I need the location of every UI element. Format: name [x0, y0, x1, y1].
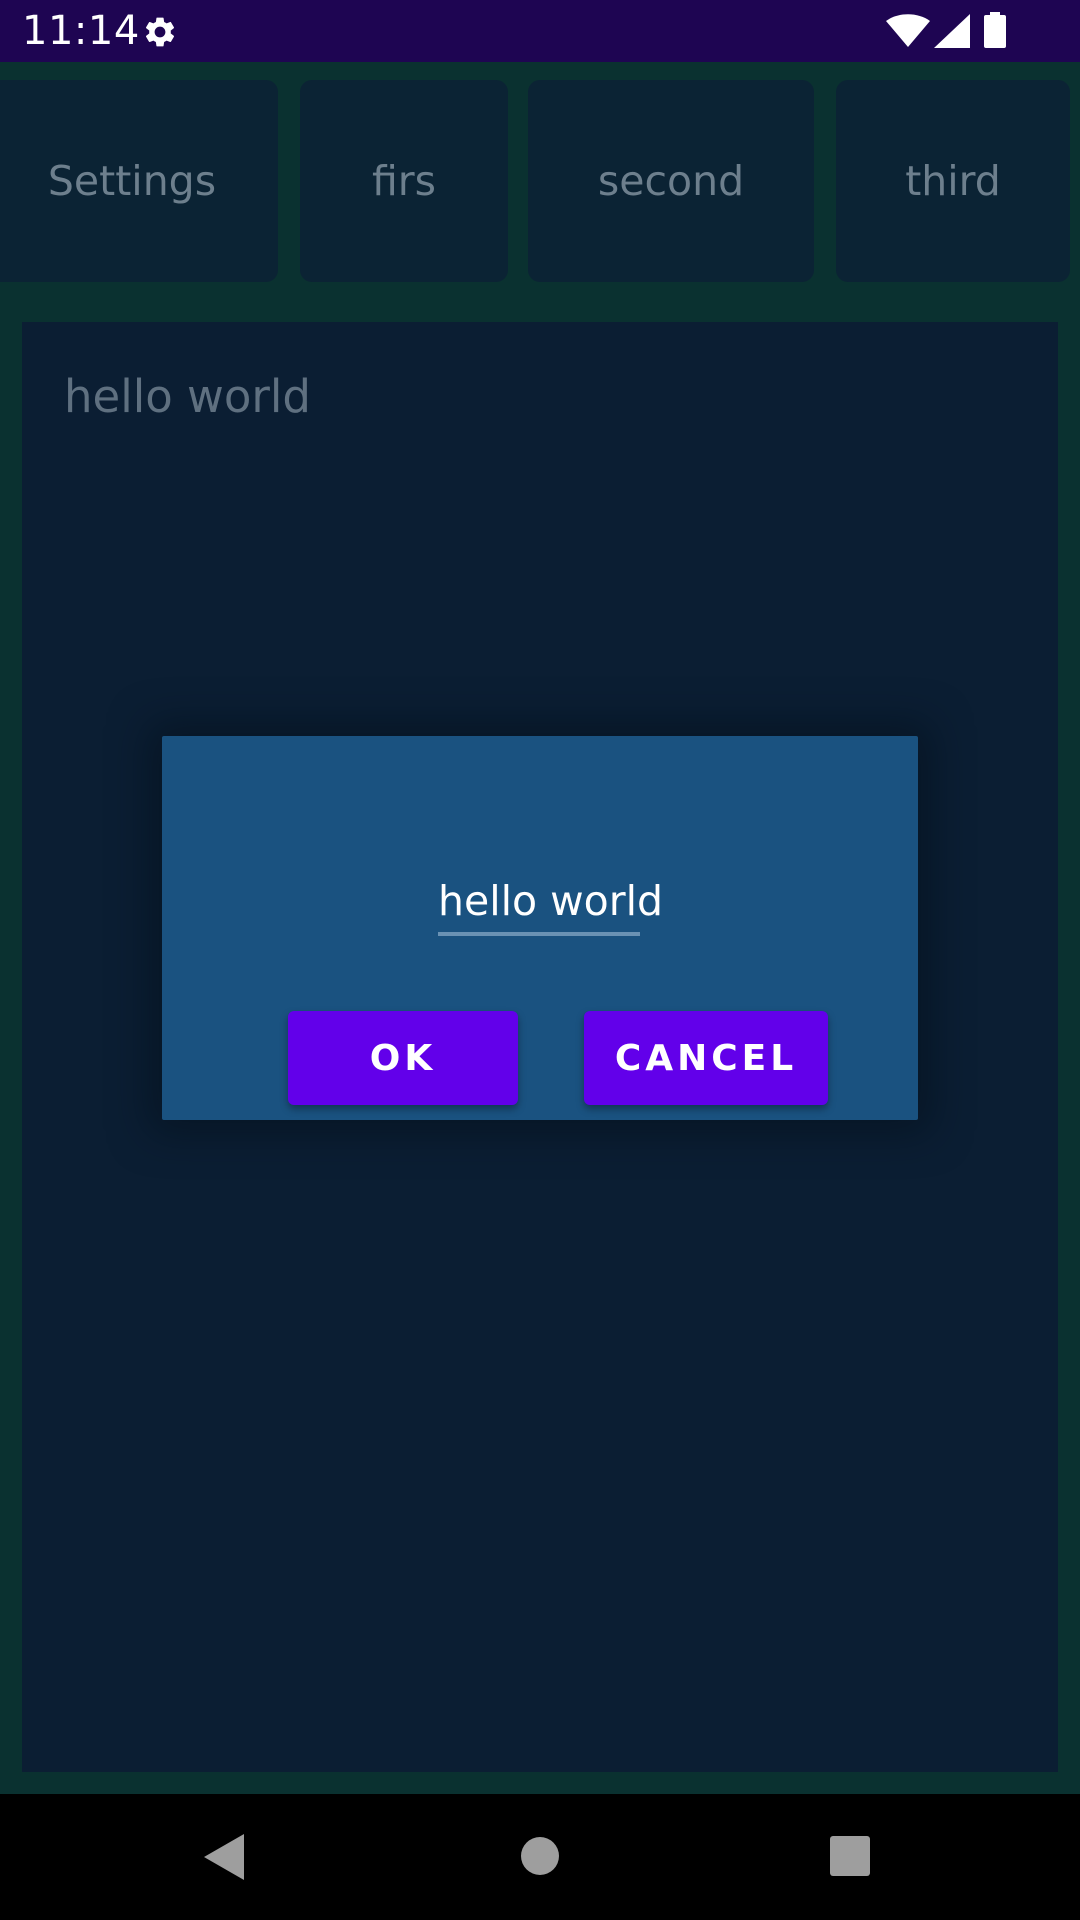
status-time: 11:14 — [22, 8, 140, 54]
edit-dialog: hello world OK CANCEL — [162, 736, 918, 1120]
cancel-button[interactable]: CANCEL — [584, 1011, 828, 1105]
battery-icon — [984, 12, 1006, 48]
tab-second[interactable]: second — [528, 80, 814, 282]
tab-label: Settings — [47, 157, 217, 205]
navigation-bar — [0, 1794, 1080, 1920]
tab-firs[interactable]: firs — [300, 80, 508, 282]
status-bar: 11:14 — [0, 0, 1080, 62]
tab-settings[interactable]: Settings — [0, 80, 278, 282]
tab-label: firs — [371, 157, 437, 205]
tab-label: second — [597, 157, 745, 205]
content-text: hello world — [64, 370, 311, 423]
text-input[interactable]: hello world — [438, 872, 663, 936]
ok-button[interactable]: OK — [288, 1011, 518, 1105]
tab-third[interactable]: third — [836, 80, 1070, 282]
tab-label: third — [905, 157, 1001, 205]
home-icon[interactable] — [520, 1836, 560, 1876]
back-icon[interactable] — [204, 1832, 248, 1882]
gear-icon — [145, 17, 175, 47]
recents-icon[interactable] — [830, 1836, 870, 1876]
app-screen: 11:14 Settings firs second third hello w… — [0, 0, 1080, 1920]
wifi-icon — [886, 14, 930, 47]
cell-signal-icon — [934, 14, 970, 48]
